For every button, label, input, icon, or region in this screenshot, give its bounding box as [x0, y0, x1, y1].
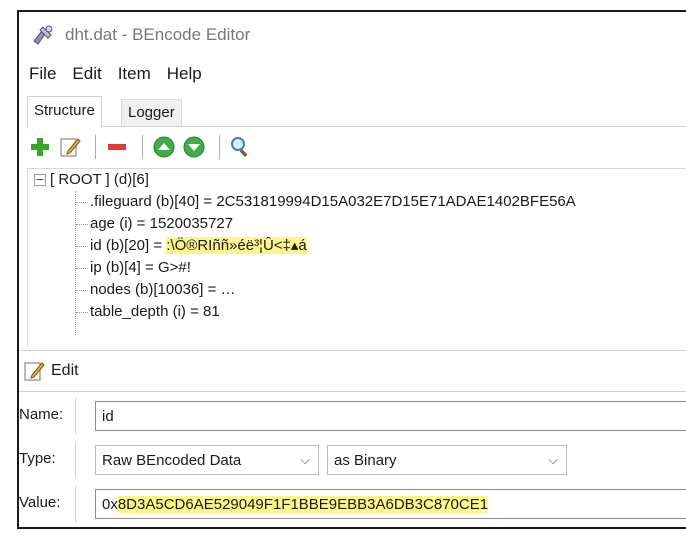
chevron-down-icon: ⌵ [300, 453, 310, 468]
collapse-icon[interactable]: − [34, 174, 46, 186]
tree-item-id-key: id (b)[20] = [90, 237, 167, 254]
type-select[interactable]: Raw BEncoded Data ⌵ [95, 445, 319, 475]
format-select-value: as Binary [334, 452, 397, 469]
type-select-value: Raw BEncoded Data [102, 452, 242, 469]
tab-strip: Structure Logger [27, 96, 686, 128]
toolbar [27, 130, 258, 164]
type-label: Type: [19, 450, 56, 467]
menu-item[interactable]: Item [118, 64, 151, 90]
app-window: dht.dat - BEncode Editor File Edit Item … [17, 10, 686, 529]
tree-branch [76, 202, 88, 203]
tree-branch [76, 290, 88, 291]
window-title: dht.dat - BEncode Editor [65, 24, 251, 44]
tree-item-fileguard[interactable]: .fileguard (b)[40] = 2C531819994D15A032E… [90, 191, 576, 213]
tree-branch [76, 246, 88, 247]
edit-button[interactable] [57, 134, 83, 160]
value-prefix: 0x [102, 496, 118, 513]
tree-branch [76, 312, 88, 313]
tree-branch [76, 268, 88, 269]
tree-item-age[interactable]: age (i) = 1520035727 [90, 213, 233, 235]
add-icon [31, 138, 49, 156]
value-field[interactable]: 0x8D3A5CD6AE529049F1F1BBE9EBB3A6DB3C870C… [95, 489, 686, 519]
search-button[interactable] [228, 134, 254, 160]
toolbar-separator [219, 135, 220, 159]
tree-root[interactable]: [ ROOT ] (d)[6] [50, 169, 149, 191]
move-up-icon [153, 136, 175, 158]
move-down-button[interactable] [181, 134, 207, 160]
edit-icon [60, 138, 81, 157]
toolbar-separator [142, 135, 143, 159]
edit-panel: Edit Name: id Type: Raw BEncoded Data ⌵ … [19, 350, 686, 527]
tab-structure[interactable]: Structure [27, 96, 102, 128]
value-hex: 8D3A5CD6AE529049F1F1BBE9EBB3A6DB3C870CE1 [117, 496, 489, 513]
tree-branch [76, 224, 88, 225]
edit-panel-title: Edit [51, 362, 79, 379]
remove-button[interactable] [104, 134, 130, 160]
name-label: Name: [19, 406, 64, 423]
edit-icon [24, 362, 45, 381]
value-label: Value: [19, 494, 61, 511]
tree-connector [75, 191, 76, 335]
toolbar-separator [95, 135, 96, 159]
tree-item-nodes[interactable]: nodes (b)[10036] = … [90, 279, 236, 301]
name-row: Name: id [19, 398, 686, 434]
type-row: Type: Raw BEncoded Data ⌵ as Binary ⌵ [19, 442, 686, 478]
name-field[interactable]: id [95, 401, 686, 431]
chevron-down-icon: ⌵ [548, 453, 558, 468]
tree-item-table-depth[interactable]: table_depth (i) = 81 [90, 301, 220, 323]
tree-item-ip[interactable]: ip (b)[4] = G>#! [90, 257, 191, 279]
menu-help[interactable]: Help [167, 64, 202, 90]
structure-tree[interactable]: − [ ROOT ] (d)[6] .fileguard (b)[40] = 2… [27, 168, 686, 347]
tree-item-id[interactable]: id (b)[20] = :\Ö®RIññ»éë³¦Û<‡▴á [90, 235, 307, 257]
move-down-icon [183, 136, 205, 158]
value-row: Value: 0x8D3A5CD6AE529049F1F1BBE9EBB3A6D… [19, 486, 686, 522]
move-up-button[interactable] [151, 134, 177, 160]
tree-item-id-value: :\Ö®RIññ»éë³¦Û<‡▴á [166, 237, 307, 254]
search-icon [231, 137, 248, 157]
app-icon [33, 25, 53, 45]
title-bar: dht.dat - BEncode Editor [19, 12, 686, 57]
add-button[interactable] [27, 134, 53, 160]
format-select[interactable]: as Binary ⌵ [327, 445, 567, 475]
remove-icon [108, 144, 126, 150]
edit-panel-header: Edit [19, 350, 686, 392]
menu-edit[interactable]: Edit [72, 64, 101, 90]
tab-logger[interactable]: Logger [121, 99, 182, 126]
menu-bar: File Edit Item Help [19, 64, 208, 90]
menu-file[interactable]: File [29, 64, 56, 90]
